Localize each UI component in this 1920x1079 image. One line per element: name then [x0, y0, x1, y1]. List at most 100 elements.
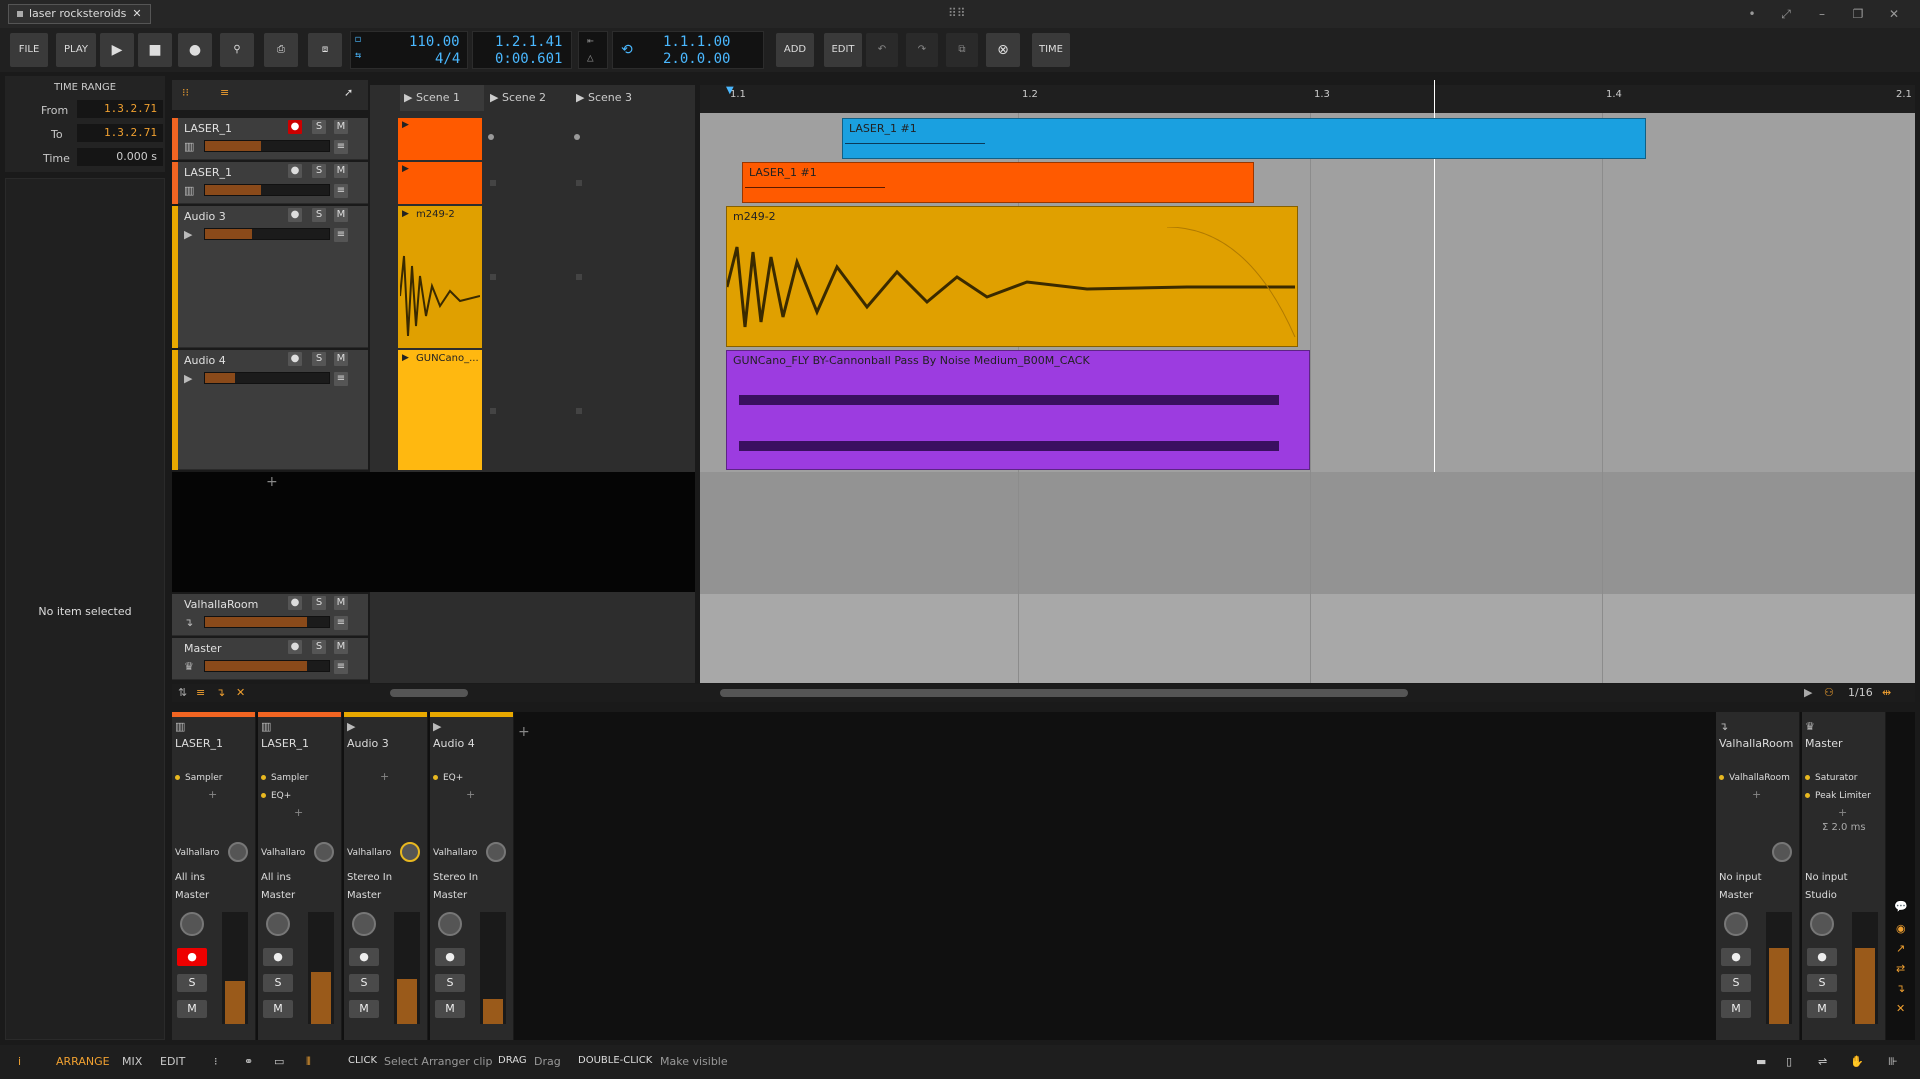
mute-button[interactable]: M	[334, 596, 348, 610]
add-device-icon[interactable]: +	[294, 806, 303, 819]
volume-meter[interactable]	[394, 912, 420, 1024]
mute-button[interactable]: M	[334, 164, 348, 178]
track-menu-icon[interactable]: ≡	[334, 372, 348, 386]
mixer-strip[interactable]: ▥ LASER_1 Sampler + Valhallaro All ins M…	[172, 712, 256, 1040]
track-name[interactable]: Master	[184, 642, 222, 655]
bars-icon[interactable]: ⦀	[306, 1055, 311, 1069]
send-knob[interactable]	[486, 842, 506, 862]
grip-icon[interactable]: ⠿⠿	[948, 6, 966, 20]
mute-button[interactable]: M	[334, 120, 348, 134]
strip-name[interactable]: LASER_1	[261, 737, 309, 750]
pan-knob[interactable]	[352, 912, 376, 936]
solo-button[interactable]: S	[312, 640, 326, 654]
loop-icon[interactable]: ⟲	[621, 42, 633, 58]
fx-mixer-strip[interactable]: ↴ ValhallaRoom ValhallaRoom + No input M…	[1716, 712, 1800, 1040]
track-header[interactable]: LASER_1 ● S M ▥ ≡	[178, 118, 368, 160]
loop-start[interactable]: 1.1.1.00	[663, 34, 730, 50]
zoom-value[interactable]: 1/16	[1848, 686, 1873, 699]
master-mixer-strip[interactable]: ♛ Master Saturator Peak Limiter + Σ 2.0 …	[1802, 712, 1886, 1040]
metronome-icon[interactable]: ◻	[355, 34, 361, 45]
send-knob[interactable]	[400, 842, 420, 862]
empty-slot[interactable]	[576, 408, 582, 414]
arm-button[interactable]: ●	[1807, 948, 1837, 966]
timeline-ruler[interactable]: 1.1 1.2 1.3 1.4 2.1 ▼	[700, 85, 1915, 113]
info-icon[interactable]: i	[18, 1055, 21, 1068]
arm-button[interactable]: ●	[349, 948, 379, 966]
track-name[interactable]: Audio 4	[184, 354, 226, 367]
overdub-icon[interactable]: ⧈	[308, 33, 342, 67]
arranger-clip[interactable]: LASER_1 #1	[742, 162, 1254, 203]
mute-button[interactable]: M	[1721, 1000, 1751, 1018]
close-icon[interactable]: ✕	[1896, 1002, 1905, 1015]
arranger-toggle-icon[interactable]: ≡	[220, 86, 229, 99]
sync-icon[interactable]: ⇆	[355, 50, 361, 61]
track-header[interactable]: Audio 4 ● S M ▶ ≡	[178, 350, 368, 470]
comment-icon[interactable]: 💬	[1894, 900, 1908, 913]
track-menu-icon[interactable]: ≡	[334, 660, 348, 674]
track-header[interactable]: LASER_1 ● S M ▥ ≡	[178, 162, 368, 204]
tab-edit[interactable]: EDIT	[160, 1055, 185, 1068]
pan-knob[interactable]	[1810, 912, 1834, 936]
device-slot[interactable]: ValhallaRoom	[1719, 773, 1790, 783]
volume-meter[interactable]	[480, 912, 506, 1024]
empty-slot[interactable]	[576, 274, 582, 280]
to-value[interactable]: 1.3.2.71	[77, 124, 163, 142]
empty-slot[interactable]	[490, 180, 496, 186]
panel-toggle-icon[interactable]: ⇄	[1896, 962, 1905, 975]
add-channel-icon[interactable]: +	[518, 724, 530, 740]
volume-fader[interactable]	[204, 372, 330, 384]
fx-track-header[interactable]: ValhallaRoom ● S M ↴ ≡	[172, 594, 368, 636]
send-knob[interactable]	[314, 842, 334, 862]
solo-button[interactable]: S	[263, 974, 293, 992]
stop-icon[interactable]: ■	[138, 33, 172, 67]
output-select[interactable]: Master	[433, 890, 467, 901]
panel-toggle-icon[interactable]: ◉	[1896, 922, 1906, 935]
arm-button[interactable]: ●	[435, 948, 465, 966]
window-close-icon[interactable]: ✕	[1884, 4, 1904, 24]
strip-name[interactable]: ValhallaRoom	[1719, 737, 1793, 750]
arm-button[interactable]: ●	[263, 948, 293, 966]
keyboard-icon[interactable]: ⊪	[1888, 1055, 1898, 1068]
mute-button[interactable]: M	[334, 640, 348, 654]
volume-fader[interactable]	[204, 228, 330, 240]
output-select[interactable]: Studio	[1805, 890, 1837, 901]
play-icon[interactable]: ▶	[100, 33, 134, 67]
track-name[interactable]: LASER_1	[184, 122, 232, 135]
slot-record-icon[interactable]	[574, 134, 580, 140]
clip-play-icon[interactable]: ▶	[402, 120, 409, 130]
strip-name[interactable]: Master	[1805, 737, 1843, 750]
pointer-tool-icon[interactable]: ➚	[344, 86, 353, 99]
arranger-clip[interactable]: LASER_1 #1	[842, 118, 1646, 159]
snap-icon[interactable]: ⚇	[1824, 686, 1834, 699]
arm-button[interactable]: ●	[288, 164, 302, 178]
volume-fader[interactable]	[204, 140, 330, 152]
solo-button[interactable]: S	[349, 974, 379, 992]
empty-slot[interactable]	[576, 180, 582, 186]
clip-play-icon[interactable]: ▶	[402, 209, 409, 219]
panel-toggle-icon[interactable]: ↗	[1896, 942, 1905, 955]
tab-mix[interactable]: MIX	[122, 1055, 142, 1068]
scene-header[interactable]: ▶ Scene 3	[572, 85, 656, 111]
cancel-icon[interactable]: ⊗	[986, 33, 1020, 67]
device-slot[interactable]: Sampler	[261, 773, 308, 783]
arm-button[interactable]: ●	[177, 948, 207, 966]
track-name[interactable]: Audio 3	[184, 210, 226, 223]
device-slot[interactable]: Peak Limiter	[1805, 791, 1871, 801]
empty-slot[interactable]	[490, 408, 496, 414]
volume-fader[interactable]	[204, 660, 330, 672]
close-icon[interactable]: ✕	[236, 686, 245, 699]
master-track-header[interactable]: Master ● S M ♛ ≡	[172, 638, 368, 680]
solo-button[interactable]: S	[312, 120, 326, 134]
solo-button[interactable]: S	[1721, 974, 1751, 992]
fullscreen-icon[interactable]: ⤢	[1776, 4, 1796, 24]
input-select[interactable]: All ins	[175, 872, 205, 883]
arranger-clip[interactable]: m249-2	[726, 206, 1298, 347]
empty-slot[interactable]	[490, 274, 496, 280]
punch-out-icon[interactable]: △	[587, 51, 594, 64]
add-device-icon[interactable]: +	[380, 770, 389, 783]
track-menu-icon[interactable]: ≡	[334, 228, 348, 242]
browser-icon[interactable]: ▬	[1756, 1055, 1766, 1068]
arranger-clip[interactable]: GUNCano_FLY BY-Cannonball Pass By Noise …	[726, 350, 1310, 470]
strip-name[interactable]: LASER_1	[175, 737, 223, 750]
scene-launch-icon[interactable]: ▶	[404, 91, 416, 104]
